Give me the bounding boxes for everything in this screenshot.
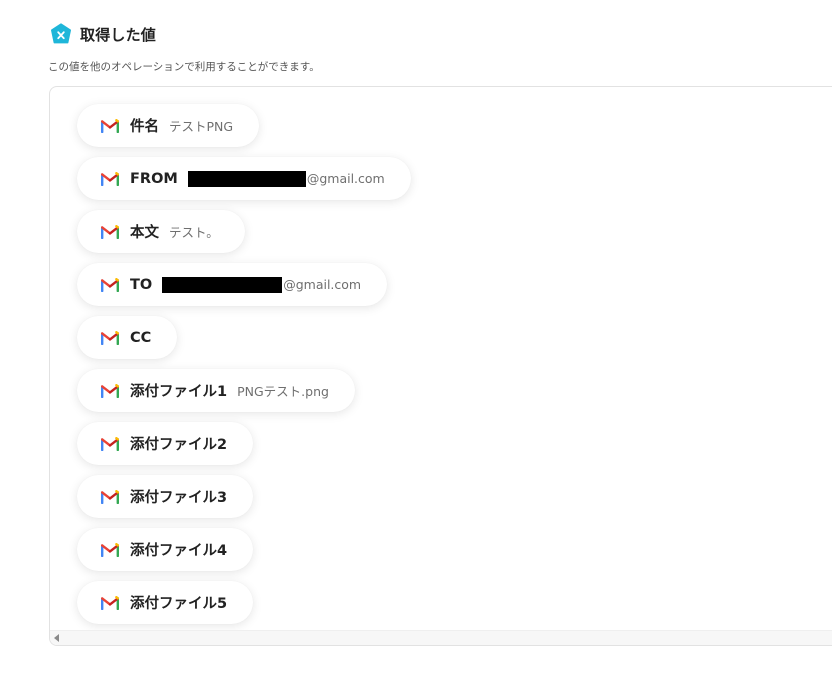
gmail-icon <box>101 330 119 345</box>
field-value: テスト。 <box>169 225 219 240</box>
horizontal-scrollbar[interactable] <box>50 630 832 645</box>
page-description: この値を他のオペレーションで利用することができます。 <box>48 61 320 73</box>
field-label: CC <box>130 329 152 346</box>
field-label: 添付ファイル1 <box>130 384 228 400</box>
field-value: テストPNG <box>169 119 234 134</box>
field-label: FROM <box>130 170 178 187</box>
field-pill-attachment-2[interactable]: 添付ファイル2 <box>77 422 254 465</box>
gmail-icon <box>101 171 119 186</box>
gmail-icon <box>101 383 119 398</box>
field-pill-attachment-5[interactable]: 添付ファイル5 <box>77 581 254 624</box>
section-header: 取得した値 <box>50 23 156 45</box>
field-pill-attachment-3[interactable]: 添付ファイル3 <box>77 475 254 518</box>
hexagon-x-icon <box>51 23 71 44</box>
values-panel: 件名 テストPNG FROM @gmail.com 本文 テスト。 TO @gm… <box>49 86 832 646</box>
gmail-icon <box>101 595 119 610</box>
field-value: @gmail.com <box>162 276 361 293</box>
field-label: 添付ファイル4 <box>130 543 228 559</box>
field-pill-to[interactable]: TO @gmail.com <box>77 263 388 306</box>
redaction-box <box>187 170 306 187</box>
gmail-icon <box>101 118 119 133</box>
gmail-icon <box>101 489 119 504</box>
gmail-icon <box>101 224 119 239</box>
field-pill-from[interactable]: FROM @gmail.com <box>77 157 411 200</box>
field-label: 添付ファイル5 <box>130 596 228 612</box>
gmail-icon <box>101 542 119 557</box>
gmail-icon <box>101 277 119 292</box>
redaction-box <box>162 276 283 293</box>
gmail-icon <box>101 436 119 451</box>
field-pill-body[interactable]: 本文 テスト。 <box>77 210 245 253</box>
field-label: 件名 <box>130 119 159 135</box>
field-label: 添付ファイル3 <box>130 490 228 506</box>
field-label: 本文 <box>130 225 159 241</box>
field-value: @gmail.com <box>187 170 385 187</box>
field-pill-subject[interactable]: 件名 テストPNG <box>77 104 260 147</box>
field-pill-attachment-4[interactable]: 添付ファイル4 <box>77 528 254 571</box>
scroll-left-arrow-icon[interactable] <box>54 634 59 642</box>
field-label: 添付ファイル2 <box>130 437 228 453</box>
field-label: TO <box>130 276 153 293</box>
page-title: 取得した値 <box>80 25 157 44</box>
field-pill-attachment-1[interactable]: 添付ファイル1 PNGテスト.png <box>77 369 355 412</box>
page: 取得した値 この値を他のオペレーションで利用することができます。 件名 テストP… <box>0 0 832 680</box>
field-pill-cc[interactable]: CC <box>77 316 178 359</box>
field-value: PNGテスト.png <box>237 384 329 399</box>
